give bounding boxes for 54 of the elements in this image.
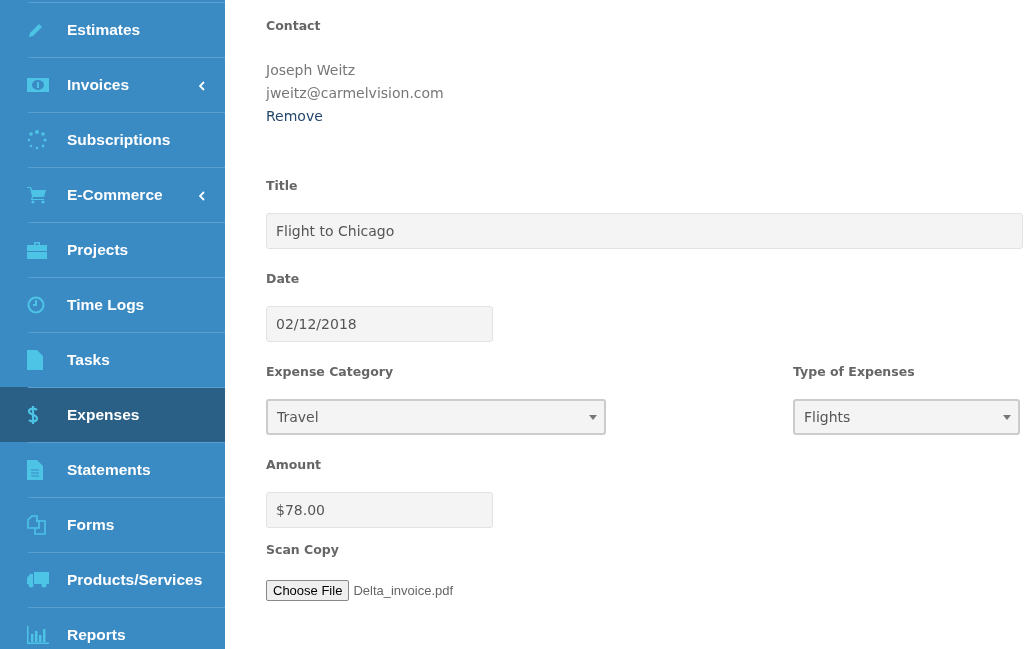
sidebar-item-label: Subscriptions	[67, 131, 171, 149]
field-label: Amount	[266, 457, 323, 473]
copy-icon	[27, 515, 47, 535]
document-icon	[27, 460, 43, 480]
sidebar-item[interactable]: E-Commerce	[0, 167, 225, 222]
file-icon	[27, 350, 43, 370]
sidebar-item-label: Statements	[67, 461, 151, 479]
sidebar-item-label: Estimates	[67, 21, 141, 39]
field-label: Contact	[266, 18, 322, 34]
contact-name: Joseph Weitz	[266, 61, 357, 80]
sidebar-item[interactable]: Projects	[0, 222, 225, 277]
clock-icon	[27, 296, 45, 314]
sidebar-item-label: Projects	[67, 241, 129, 259]
field-label: Scan Copy	[266, 542, 340, 558]
sidebar-item[interactable]: Invoices	[0, 57, 225, 112]
sidebar-item-label: Reports	[67, 626, 126, 644]
expense-type-select[interactable]: Flights	[793, 399, 1020, 435]
dollar-icon	[27, 405, 39, 425]
field-label: Date	[266, 271, 301, 287]
cart-icon	[27, 186, 47, 204]
field-label: Type of Expenses	[793, 364, 916, 380]
sidebar-item-label: Invoices	[67, 76, 130, 94]
sidebar-item-label: Forms	[67, 516, 115, 534]
bar-chart-icon	[27, 626, 49, 644]
sidebar-item-label: Tasks	[67, 351, 110, 369]
sidebar-item[interactable]: Subscriptions	[0, 112, 225, 167]
sidebar-item[interactable]: Time Logs	[0, 277, 225, 332]
sidebar-item-label: Expenses	[67, 406, 140, 424]
sidebar-item-label: Products/Services	[67, 571, 203, 589]
field-label: Title	[266, 178, 299, 194]
pencil-icon	[27, 21, 45, 39]
caret-icon	[1003, 415, 1011, 420]
sidebar-item[interactable]: Forms	[0, 497, 225, 552]
sidebar-item[interactable]: Statements	[0, 442, 225, 497]
sidebar-item[interactable]: Estimates	[0, 2, 225, 57]
file-name: Delta_invoice.pdf	[353, 583, 454, 598]
contact-email: jweitz@carmelvision.com	[266, 84, 445, 103]
expense-category-select[interactable]: Travel	[266, 399, 606, 435]
sidebar-item[interactable]: Products/Services	[0, 552, 225, 607]
sidebar-item[interactable]: Reports	[0, 607, 225, 649]
caret-icon	[589, 415, 597, 420]
remove-link[interactable]: Remove	[266, 105, 323, 128]
briefcase-icon	[27, 241, 47, 259]
title-input[interactable]: Flight to Chicago	[266, 213, 1023, 249]
banknote-icon	[27, 78, 49, 92]
truck-icon	[27, 572, 49, 588]
sidebar-item-label: E-Commerce	[67, 186, 163, 204]
field-label: Expense Category	[266, 364, 395, 380]
sidebar-item-label: Time Logs	[67, 296, 145, 314]
amount-input[interactable]: $78.00	[266, 492, 493, 528]
spinner-icon	[27, 130, 47, 150]
choose-file-button[interactable]: Choose File	[266, 580, 350, 601]
date-input[interactable]: 02/12/2018	[266, 306, 493, 342]
sidebar-item[interactable]: Expenses	[0, 387, 225, 442]
